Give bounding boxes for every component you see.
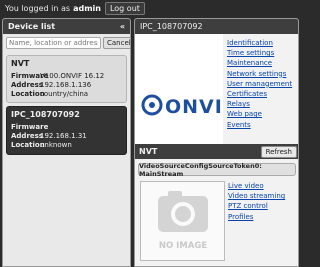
link-time-settings[interactable]: Time settings (227, 48, 298, 58)
device-detail-header: IPC_108707092 (135, 19, 298, 34)
device-list-title: Device list (8, 22, 56, 31)
location-label: Location (11, 90, 45, 98)
device-name: NVT (11, 59, 30, 68)
address-value: 192.168.1.136 (40, 81, 92, 89)
onvif-logo: ONVIF (141, 94, 221, 118)
nvt-section-header: NVT Refresh (135, 144, 298, 159)
device-location-row: Location unknown (11, 141, 122, 150)
noimage-text: NO IMAGE (159, 241, 207, 251)
firmware-label: Firmware (11, 123, 49, 131)
location-label: Location (11, 141, 45, 149)
refresh-button[interactable]: Refresh (260, 145, 297, 158)
search-input[interactable] (6, 37, 101, 49)
onvif-logo-text: ONVIF (165, 96, 221, 118)
device-address-row: Address 192.168.1.31 (11, 132, 122, 141)
link-web-page[interactable]: Web page (227, 109, 298, 119)
onvif-logo-area: ONVIF (135, 34, 223, 159)
link-live-video[interactable]: Live video (228, 181, 298, 191)
link-profiles[interactable]: Profiles (228, 212, 298, 222)
top-bar: You logged in as admin Log out (0, 0, 300, 17)
link-events[interactable]: Events (227, 120, 298, 130)
address-label: Address (11, 132, 43, 140)
device-detail-title: IPC_108707092 (140, 22, 203, 31)
address-label: Address (11, 81, 43, 89)
location-value: unknown (40, 141, 72, 149)
device-firmware-row: Firmware (11, 123, 122, 132)
cancel-button[interactable]: Cancel (103, 37, 130, 49)
logout-button[interactable]: Log out (104, 2, 145, 15)
collapse-icon[interactable]: « (120, 22, 125, 31)
location-value: country/china (40, 90, 89, 98)
link-video-streaming[interactable]: Video streaming (228, 191, 298, 201)
device-item-ipc[interactable]: IPC_108707092 Firmware Address 192.168.1… (6, 106, 127, 155)
device-location-row: Location country/china (11, 90, 122, 99)
address-value: 192.168.1.31 (40, 132, 87, 140)
firmware-label: Firmware (11, 72, 49, 80)
firmware-value: V100.ONVIF 16.12 (40, 72, 105, 80)
link-user-management[interactable]: User management (227, 79, 298, 89)
device-name: IPC_108707092 (11, 110, 80, 119)
username: admin (73, 4, 101, 13)
link-identification[interactable]: Identification (227, 38, 298, 48)
link-ptz-control[interactable]: PTZ control (228, 201, 298, 211)
device-item-nvt[interactable]: NVT Firmware V100.ONVIF 16.12 Address 19… (6, 55, 127, 103)
nvt-section-title: NVT (139, 147, 158, 156)
nvt-menu-links: Live video Video streaming PTZ control P… (228, 181, 298, 222)
device-address-row: Address 192.168.1.136 (11, 81, 122, 90)
device-list-header: Device list « (3, 19, 130, 34)
profile-header[interactable]: VideoSourceConfigSourceToken0: MainStrea… (138, 162, 296, 178)
link-relays[interactable]: Relays (227, 99, 298, 109)
link-certificates[interactable]: Certificates (227, 89, 298, 99)
device-firmware-row: Firmware V100.ONVIF 16.12 (11, 72, 122, 81)
link-maintenance[interactable]: Maintenance (227, 58, 298, 68)
device-menu-links: Identification Time settings Maintenance… (227, 38, 298, 130)
device-detail-panel: IPC_108707092 ONVIF Identification Time … (134, 18, 299, 267)
search-row: Cancel (3, 34, 130, 52)
device-list-panel: Device list « Cancel NVT Firmware V100.O… (2, 18, 131, 267)
logged-in-text: You logged in as (5, 4, 71, 13)
video-preview[interactable]: NO IMAGE (140, 181, 225, 261)
camera-placeholder-icon: NO IMAGE (158, 191, 208, 251)
link-network-settings[interactable]: Network settings (227, 69, 298, 79)
